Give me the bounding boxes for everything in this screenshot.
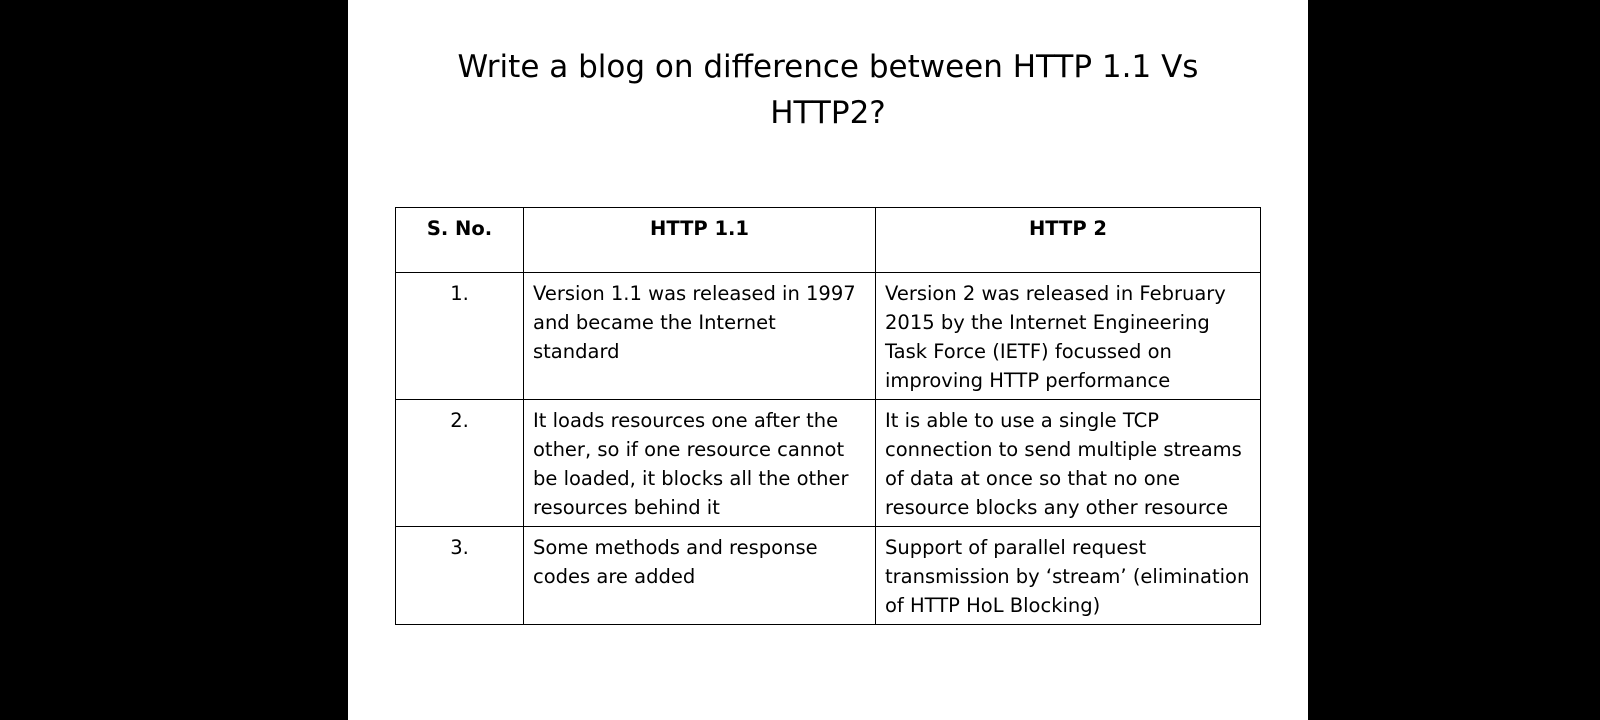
table-row: 1. Version 1.1 was released in 1997 and … (395, 272, 1261, 400)
row-http2-cell: Support of parallel request transmission… (875, 526, 1261, 625)
row-sno: 2. (395, 399, 524, 527)
row-http2-cell: It is able to use a single TCP connectio… (875, 399, 1261, 527)
slide: Write a blog on difference between HTTP … (348, 0, 1308, 720)
row-http2-cell: Version 2 was released in February 2015 … (875, 272, 1261, 400)
table-row: 3. Some methods and response codes are a… (395, 526, 1261, 625)
row-sno: 1. (395, 272, 524, 400)
presentation-viewer: Write a blog on difference between HTTP … (0, 0, 1600, 720)
header-http2: HTTP 2 (875, 207, 1261, 273)
row-http11-cell: Some methods and response codes are adde… (523, 526, 876, 625)
table-header-row: S. No. HTTP 1.1 HTTP 2 (395, 207, 1261, 273)
slide-title: Write a blog on difference between HTTP … (457, 49, 1199, 131)
row-sno: 3. (395, 526, 524, 625)
header-sno: S. No. (395, 207, 524, 273)
row-http11-cell: Version 1.1 was released in 1997 and bec… (523, 272, 876, 400)
table-row: 2. It loads resources one after the othe… (395, 399, 1261, 527)
row-http11-cell: It loads resources one after the other, … (523, 399, 876, 527)
header-http11: HTTP 1.1 (523, 207, 876, 273)
comparison-table: S. No. HTTP 1.1 HTTP 2 1. Version 1.1 wa… (395, 207, 1261, 625)
